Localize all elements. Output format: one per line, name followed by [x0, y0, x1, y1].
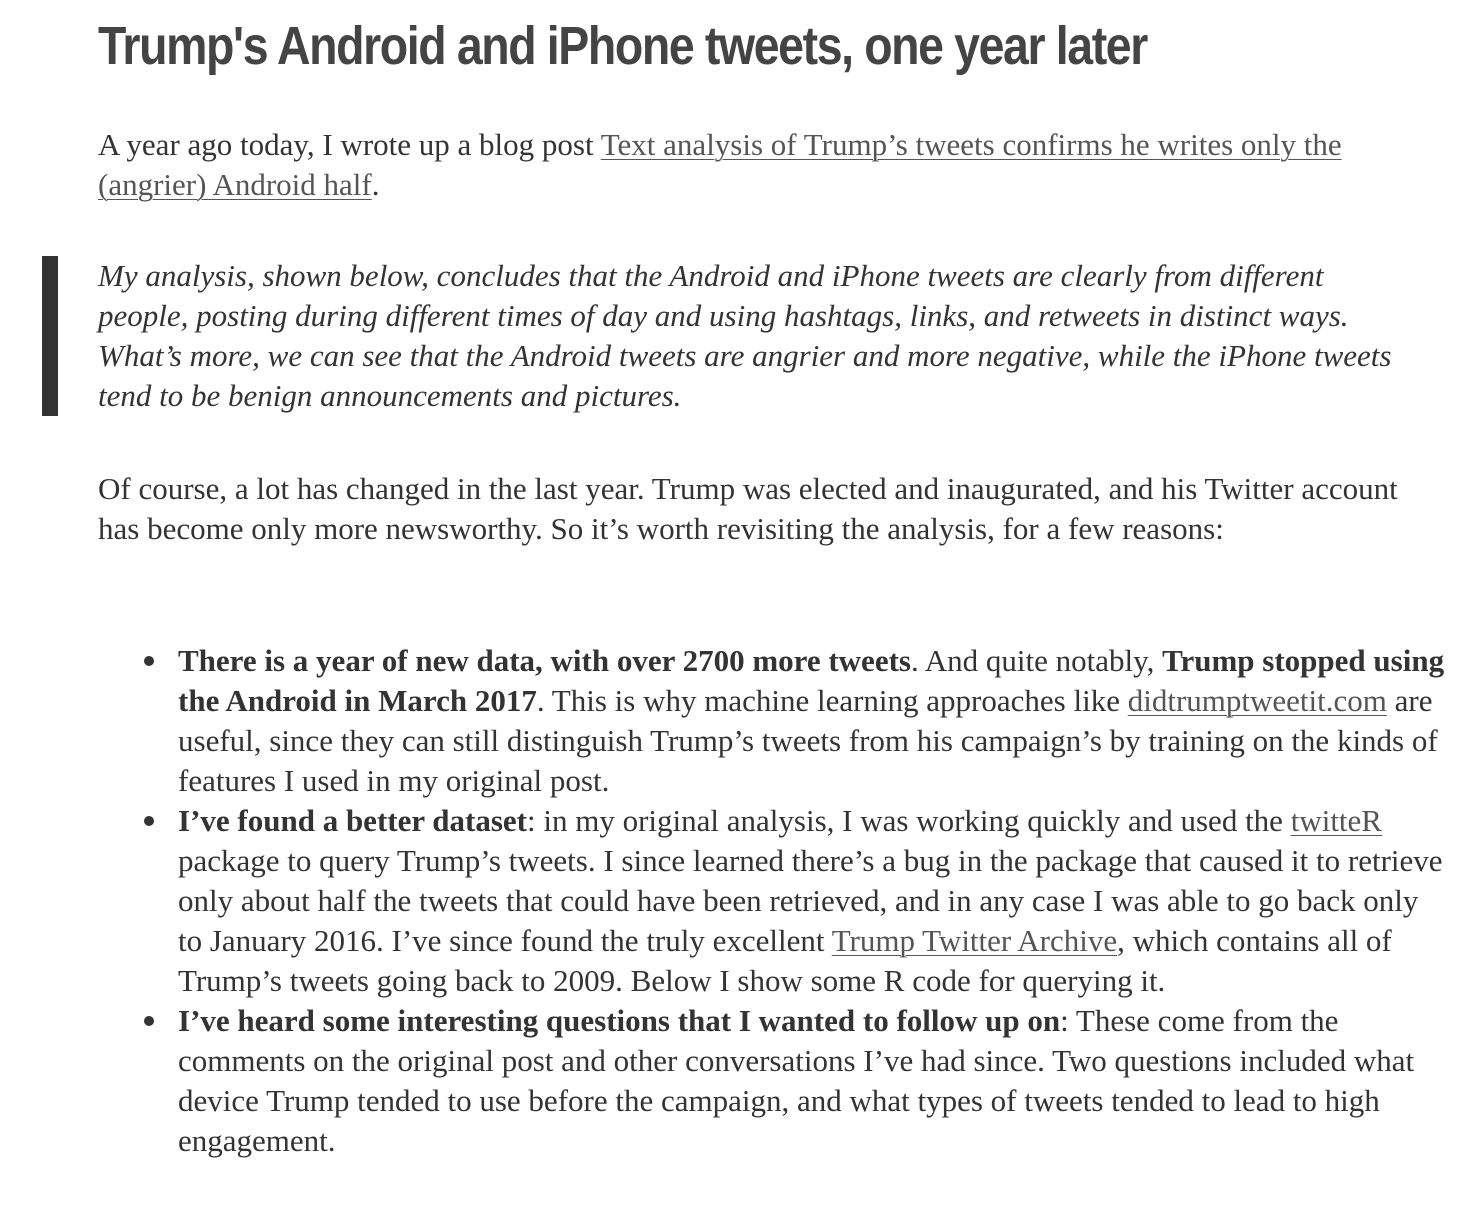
list-text: : in my original analysis, I was working… [527, 803, 1291, 838]
intro-paragraph: A year ago today, I wrote up a blog post… [98, 125, 1418, 205]
bold-text: There is a year of new data, with over 2… [178, 643, 911, 678]
article: Trump's Android and iPhone tweets, one y… [98, 0, 1448, 546]
list-item: I’ve found a better dataset: in my origi… [140, 801, 1450, 1001]
page-title: Trump's Android and iPhone tweets, one y… [98, 16, 1148, 76]
list-item: I’ve heard some interesting questions th… [140, 1001, 1450, 1161]
didtrumptweetit-link[interactable]: didtrumptweetit.com [1128, 683, 1387, 718]
blockquote: My analysis, shown below, concludes that… [98, 258, 1392, 413]
blockquote-bar [42, 256, 58, 416]
bullet-icon [144, 816, 154, 826]
trump-twitter-archive-link[interactable]: Trump Twitter Archive [832, 923, 1117, 958]
bold-text: I’ve heard some interesting questions th… [178, 1003, 1061, 1038]
revisit-paragraph: Of course, a lot has changed in the last… [98, 471, 1398, 546]
reasons-list: There is a year of new data, with over 2… [140, 641, 1450, 1161]
bold-text: I’ve found a better dataset [178, 803, 528, 838]
list-item: There is a year of new data, with over 2… [140, 641, 1450, 801]
list-text: . And quite notably, [910, 643, 1163, 678]
bullet-icon [144, 1016, 154, 1026]
bullet-icon [144, 656, 154, 666]
list-text: . This is why machine learning approache… [536, 683, 1128, 718]
twitter-package-link[interactable]: twitteR [1291, 803, 1382, 838]
intro-period: . [371, 167, 380, 202]
intro-text: A year ago today, I wrote up a blog post [98, 127, 601, 162]
